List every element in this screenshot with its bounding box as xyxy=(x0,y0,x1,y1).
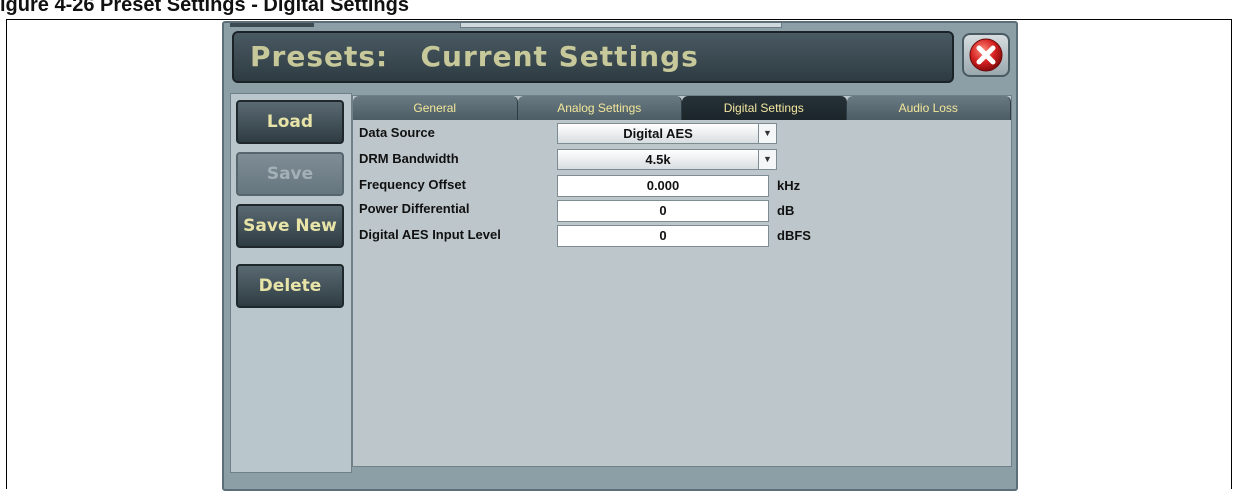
title-screen: Presets xyxy=(250,40,377,73)
save-new-button[interactable]: Save New xyxy=(236,204,344,248)
save-button[interactable]: Save xyxy=(236,152,344,196)
tab-general[interactable]: General xyxy=(353,96,518,120)
page-title: Presets: Current Settings xyxy=(250,40,699,73)
top-strip xyxy=(230,23,314,27)
data-source-label: Data Source xyxy=(359,125,435,140)
tab-bar: General Analog Settings Digital Settings… xyxy=(353,96,1011,120)
preset-actions-panel: Load Save Save New Delete xyxy=(230,93,352,473)
frequency-offset-unit: kHz xyxy=(777,178,801,193)
device-screen: Presets: Current Settings Load Save Save… xyxy=(222,21,1018,491)
drm-bandwidth-dropdown[interactable]: 4.5k ▼ xyxy=(557,149,777,170)
tab-audio-loss[interactable]: Audio Loss xyxy=(846,96,1011,120)
digital-settings-content: Data Source Digital AES ▼ DRM Bandwidth … xyxy=(353,120,1011,466)
title-bar: Presets: Current Settings xyxy=(232,31,954,83)
delete-button[interactable]: Delete xyxy=(236,264,344,308)
drm-bandwidth-value: 4.5k xyxy=(645,152,671,167)
figure-caption: igure 4-26 Preset Settings - Digital Set… xyxy=(0,0,409,16)
power-differential-label: Power Differential xyxy=(359,201,470,216)
load-button[interactable]: Load xyxy=(236,100,344,144)
top-strip-tab xyxy=(460,23,782,28)
aes-input-level-label: Digital AES Input Level xyxy=(359,227,501,242)
title-subtitle: Current Settings xyxy=(420,40,699,73)
aes-input-level-field[interactable]: 0 xyxy=(557,225,769,247)
frequency-offset-label: Frequency Offset xyxy=(359,177,466,192)
frequency-offset-field[interactable]: 0.000 xyxy=(557,175,769,197)
power-differential-unit: dB xyxy=(777,203,795,218)
power-differential-field[interactable]: 0 xyxy=(557,200,769,222)
aes-input-level-unit: dBFS xyxy=(777,228,811,243)
title-separator: : xyxy=(376,40,389,73)
chevron-down-icon: ▼ xyxy=(758,150,776,169)
tab-digital-settings[interactable]: Digital Settings xyxy=(682,96,847,120)
tab-analog-settings[interactable]: Analog Settings xyxy=(517,96,682,120)
settings-panel: General Analog Settings Digital Settings… xyxy=(352,95,1012,467)
chevron-down-icon: ▼ xyxy=(758,124,776,143)
data-source-value: Digital AES xyxy=(623,126,693,141)
drm-bandwidth-label: DRM Bandwidth xyxy=(359,151,459,166)
data-source-dropdown[interactable]: Digital AES ▼ xyxy=(557,123,777,144)
close-button[interactable] xyxy=(962,33,1010,77)
